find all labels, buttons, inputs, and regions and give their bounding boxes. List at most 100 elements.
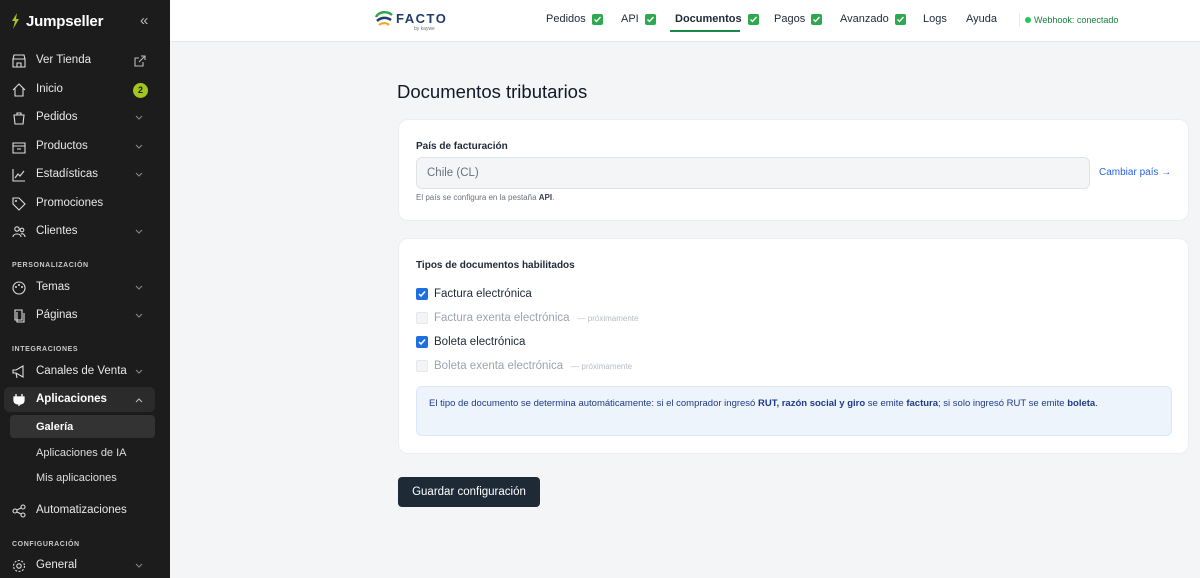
chevron-down-icon: [135, 285, 143, 290]
top-navigation: FACTO by kaywe Pedidos API Documentos Pa…: [170, 0, 1200, 42]
sidebar-item-label: Automatizaciones: [36, 504, 127, 516]
palette-icon: [12, 281, 26, 295]
tab-ayuda[interactable]: Ayuda: [966, 13, 997, 25]
share-nodes-icon: [12, 504, 26, 518]
checkbox-disabled: [416, 312, 428, 324]
info-text: El tipo de documento se determina automá…: [429, 398, 758, 409]
sidebar-item-pedidos[interactable]: Pedidos: [0, 106, 170, 130]
sidebar-item-label: General: [36, 559, 77, 571]
brand[interactable]: Jumpseller: [8, 12, 103, 30]
sidebar-item-productos[interactable]: Productos: [0, 135, 170, 159]
sidebar-item-label: Aplicaciones: [36, 393, 107, 405]
checkbox-checked[interactable]: [416, 288, 428, 300]
change-country-link[interactable]: Cambiar país →: [1099, 167, 1171, 178]
box-icon: [12, 142, 26, 154]
sidebar-subitem-mis-aplicaciones[interactable]: Mis aplicaciones: [36, 472, 117, 484]
help-prefix: El país se configura en la pestaña: [416, 193, 539, 202]
coming-soon-note: — próximamente: [577, 313, 639, 323]
tab-label: Logs: [923, 13, 947, 25]
info-bold: boleta: [1067, 398, 1096, 409]
divider: [1019, 13, 1020, 27]
chevron-down-icon: [135, 229, 143, 234]
doc-type-factura-exenta: Factura exenta electrónica — próximament…: [416, 310, 638, 326]
sidebar-item-ver-tienda[interactable]: Ver Tienda: [0, 49, 170, 73]
sidebar-item-general[interactable]: General: [0, 554, 170, 578]
tab-label: Avanzado: [840, 13, 889, 25]
tab-logs[interactable]: Logs: [923, 13, 947, 25]
check-icon: [811, 13, 823, 25]
jumpseller-logo-icon: [12, 13, 19, 29]
sidebar-item-clientes[interactable]: Clientes: [0, 220, 170, 244]
save-configuration-button[interactable]: Guardar configuración: [398, 477, 540, 507]
facto-logo-subtext: by kaywe: [414, 26, 435, 32]
doc-type-boleta-exenta: Boleta exenta electrónica — próximamente: [416, 358, 632, 374]
tab-api[interactable]: API: [621, 13, 656, 25]
sidebar-item-aplicaciones[interactable]: Aplicaciones: [0, 388, 170, 412]
doc-type-label: Boleta exenta electrónica: [434, 360, 564, 372]
status-dot-icon: [1025, 17, 1031, 23]
external-link-icon[interactable]: [134, 55, 146, 67]
sidebar-item-label: Ver Tienda: [36, 54, 91, 66]
chevron-down-icon: [135, 115, 143, 120]
gear-icon: [12, 559, 26, 573]
doc-type-label: Boleta electrónica: [434, 336, 526, 348]
sidebar-item-inicio[interactable]: Inicio 2: [0, 78, 170, 102]
sidebar-item-temas[interactable]: Temas: [0, 276, 170, 300]
chevron-down-icon: [135, 144, 143, 149]
sidebar: Jumpseller « Ver Tienda Inicio 2 Pedidos…: [0, 0, 170, 578]
tab-documentos[interactable]: Documentos: [675, 13, 759, 25]
help-tab-name: API: [538, 193, 553, 202]
sub-item-highlight: [10, 415, 155, 438]
sidebar-item-promociones[interactable]: Promociones: [0, 192, 170, 216]
check-icon: [591, 13, 603, 25]
sidebar-item-label: Canales de Venta: [36, 365, 127, 377]
sidebar-item-automatizaciones[interactable]: Automatizaciones: [0, 499, 170, 523]
doc-type-label: Factura electrónica: [434, 288, 532, 300]
billing-country-field: Chile (CL): [416, 157, 1090, 189]
checkbox-disabled: [416, 360, 428, 372]
section-label-personalizacion: PERSONALIZACIÓN: [12, 262, 89, 269]
chevron-down-icon: [135, 313, 143, 318]
doc-type-factura[interactable]: Factura electrónica: [416, 286, 532, 302]
chevron-down-icon: [135, 369, 143, 374]
tab-pagos[interactable]: Pagos: [774, 13, 823, 25]
sidebar-item-canales-de-venta[interactable]: Canales de Venta: [0, 360, 170, 384]
chart-line-icon: [12, 169, 25, 182]
page-title: Documentos tributarios: [397, 81, 588, 102]
sidebar-item-paginas[interactable]: Páginas: [0, 304, 170, 328]
document-types-card: Tipos de documentos habilitados Factura …: [398, 238, 1189, 454]
tab-pedidos[interactable]: Pedidos: [546, 13, 603, 25]
sidebar-item-label: Productos: [36, 140, 88, 152]
sidebar-item-label: Promociones: [36, 197, 104, 209]
tab-label: Ayuda: [966, 13, 997, 25]
store-icon: [12, 54, 26, 68]
checkbox-checked[interactable]: [416, 336, 428, 348]
info-box: El tipo de documento se determina automá…: [416, 386, 1172, 436]
sidebar-item-label: Clientes: [36, 225, 78, 237]
sidebar-item-estadisticas[interactable]: Estadísticas: [0, 163, 170, 187]
sidebar-subitem-galeria[interactable]: Galería: [36, 421, 73, 433]
doc-type-label: Factura exenta electrónica: [434, 312, 570, 324]
plug-icon: [13, 394, 25, 406]
info-text: ; si solo ingresó RUT se emite: [938, 398, 1068, 409]
sidebar-item-label: Páginas: [36, 309, 78, 321]
info-text: se emite: [865, 398, 907, 409]
section-label-integraciones: INTEGRACIONES: [12, 346, 79, 353]
doc-type-boleta[interactable]: Boleta electrónica: [416, 334, 525, 350]
chevron-up-icon: [135, 398, 143, 403]
facto-logo-text: FACTO: [396, 11, 448, 26]
facto-logo-icon: [374, 11, 393, 26]
sidebar-subitem-aplicaciones-ia[interactable]: Aplicaciones de IA: [36, 447, 127, 459]
brand-name: Jumpseller: [26, 12, 104, 30]
check-icon: [644, 13, 656, 25]
active-tab-indicator: [670, 30, 740, 32]
chevron-down-icon: [135, 172, 143, 177]
double-chevron-left-icon[interactable]: «: [140, 12, 148, 29]
info-bold: RUT, razón social y giro: [757, 398, 866, 409]
sidebar-item-label: Estadísticas: [36, 168, 98, 180]
tab-avanzado[interactable]: Avanzado: [840, 13, 906, 25]
megaphone-icon: [12, 365, 24, 379]
check-icon: [894, 13, 906, 25]
info-text: .: [1095, 398, 1098, 409]
coming-soon-note: — próximamente: [571, 361, 633, 371]
